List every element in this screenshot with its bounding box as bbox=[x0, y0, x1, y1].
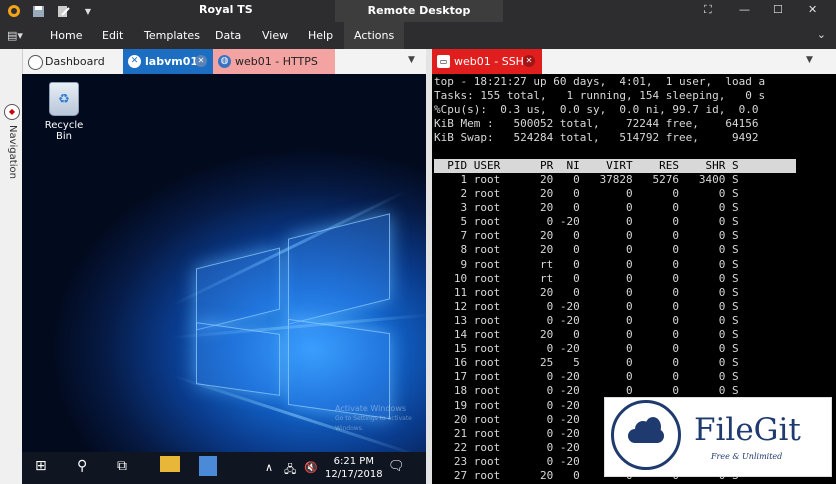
process-row: 2 root 20 0 0 0 0 S bbox=[434, 187, 739, 201]
watermark-tagline: Free & Unlimited bbox=[711, 452, 783, 461]
top-summary-line: top - 18:21:27 up 60 days, 4:01, 1 user,… bbox=[434, 75, 766, 88]
window-logo-pane bbox=[288, 213, 390, 325]
process-row: 15 root 0 -20 0 0 0 S bbox=[434, 342, 739, 356]
context-tab-remote-desktop[interactable]: Remote Desktop Connection bbox=[335, 0, 503, 39]
tab-list-dropdown-icon[interactable]: ▼ bbox=[408, 55, 415, 65]
title-bar: ▼ Royal TS Remote Desktop Connection ⛶ —… bbox=[0, 0, 836, 39]
activate-line-1: Activate Windows bbox=[335, 404, 407, 413]
menu-help[interactable]: Help bbox=[308, 29, 333, 42]
filegit-watermark: FileGit Free & Unlimited bbox=[604, 397, 832, 477]
royal-ts-logo-icon[interactable] bbox=[6, 3, 22, 19]
menu-edit[interactable]: Edit bbox=[102, 29, 123, 42]
ribbon-toggle-icon[interactable]: ▤▾ bbox=[7, 29, 23, 42]
process-row: 3 root 20 0 0 0 0 S bbox=[434, 201, 739, 215]
process-row: 10 root rt 0 0 0 0 S bbox=[434, 271, 739, 285]
process-row: 5 root 0 -20 0 0 0 S bbox=[434, 215, 739, 229]
remote-desktop-icon: ✕ bbox=[128, 55, 141, 68]
menu-home[interactable]: Home bbox=[50, 29, 82, 42]
menu-actions[interactable]: Actions bbox=[344, 22, 405, 49]
edit-icon[interactable] bbox=[55, 3, 71, 19]
process-row: 16 root 25 5 0 0 0 S bbox=[434, 356, 739, 370]
ribbon-collapse-icon[interactable]: ⌄ bbox=[817, 28, 826, 41]
menu-data[interactable]: Data bbox=[215, 29, 241, 42]
menu-templates[interactable]: Templates bbox=[144, 29, 200, 42]
navigation-panel[interactable]: ◆ Navigation bbox=[0, 49, 23, 484]
activate-line-2: Go to Settings to activate Windows. bbox=[335, 415, 412, 432]
navigation-label: Navigation bbox=[7, 125, 18, 179]
minimize-icon[interactable]: — bbox=[739, 3, 750, 16]
process-row: 12 root 0 -20 0 0 0 S bbox=[434, 299, 739, 313]
activate-windows-notice: Activate Windows Go to Settings to activ… bbox=[335, 404, 426, 434]
recycle-bin[interactable]: ♻ Recycle Bin bbox=[36, 82, 92, 142]
maximize-icon[interactable]: ☐ bbox=[773, 3, 783, 16]
recycle-bin-label: Recycle Bin bbox=[44, 120, 84, 142]
terminal-icon: ▭ bbox=[437, 55, 450, 68]
filegit-logo-icon bbox=[611, 400, 681, 470]
tab-web01-https-label: web01 - HTTPS bbox=[235, 55, 318, 68]
search-icon[interactable]: ⚲ bbox=[77, 458, 87, 474]
window-logo-pane bbox=[196, 247, 280, 331]
watermark-name: FileGit bbox=[694, 412, 801, 448]
globe-icon: ◍ bbox=[218, 55, 231, 68]
dropdown-chevron-icon[interactable]: ▼ bbox=[80, 3, 96, 19]
tab-web01-ssh-label: web01 - SSH bbox=[454, 55, 524, 68]
process-row: 14 root 20 0 0 0 0 S bbox=[434, 328, 739, 342]
tab-close-icon[interactable]: ✕ bbox=[195, 55, 207, 67]
remote-desktop-view[interactable]: ♻ Recycle Bin Activate Windows Go to Set… bbox=[22, 74, 426, 484]
file-explorer-icon[interactable] bbox=[160, 456, 180, 472]
process-row: 9 root rt 0 0 0 0 S bbox=[434, 257, 739, 271]
show-hidden-icons-chevron-icon[interactable]: ∧ bbox=[265, 461, 273, 474]
tab-dashboard-label: Dashboard bbox=[45, 55, 105, 68]
tab-list-dropdown-icon[interactable]: ▼ bbox=[806, 55, 813, 65]
top-summary-line: Tasks: 155 total, 1 running, 154 sleepin… bbox=[434, 89, 766, 102]
process-table-header: PID USER PR NI VIRT RES SHR S bbox=[434, 159, 796, 173]
top-summary-line: %Cpu(s): 0.3 us, 0.0 sy, 0.0 ni, 99.7 id… bbox=[434, 103, 759, 116]
server-manager-icon[interactable] bbox=[199, 456, 217, 476]
process-row: 1 root 20 0 37828 5276 3400 S bbox=[434, 173, 739, 186]
menu-bar: ▤▾ Home Edit Templates Data View Help Ac… bbox=[0, 22, 836, 49]
close-icon[interactable]: ✕ bbox=[808, 3, 817, 16]
task-view-icon[interactable]: ⧉ bbox=[117, 458, 127, 474]
dashboard-icon bbox=[28, 55, 43, 70]
action-center-icon[interactable]: 🗨 bbox=[388, 459, 405, 474]
windows-start-icon[interactable]: ⊞ bbox=[35, 458, 47, 474]
process-row: 17 root 0 -20 0 0 0 S bbox=[434, 370, 739, 384]
volume-muted-icon[interactable]: 🔇 bbox=[304, 461, 318, 474]
menu-view[interactable]: View bbox=[262, 29, 288, 42]
tab-labvm01-label: labvm01 bbox=[145, 55, 199, 68]
process-row: 8 root 20 0 0 0 0 S bbox=[434, 243, 739, 257]
app-title: Royal TS bbox=[199, 3, 253, 16]
navigation-compass-icon: ◆ bbox=[4, 104, 20, 120]
network-icon[interactable]: 🖧 bbox=[284, 461, 296, 480]
fullscreen-icon[interactable]: ⛶ bbox=[704, 3, 712, 17]
process-row: 11 root 20 0 0 0 0 S bbox=[434, 285, 739, 299]
top-summary-line: KiB Swap: 524284 total, 514792 free, 949… bbox=[434, 131, 759, 144]
process-row: 13 root 0 -20 0 0 0 S bbox=[434, 313, 739, 327]
process-row: 7 root 20 0 0 0 0 S bbox=[434, 229, 739, 243]
tab-close-icon[interactable]: ✕ bbox=[523, 55, 535, 67]
clock-date: 12/17/2018 bbox=[325, 469, 383, 480]
top-summary-line: KiB Mem : 500052 total, 72244 free, 6415… bbox=[434, 117, 759, 130]
tab-web01-ssh[interactable]: ▭ web01 - SSH ✕ bbox=[432, 49, 542, 74]
window-logo-pane bbox=[196, 322, 280, 396]
save-icon[interactable] bbox=[30, 3, 46, 19]
taskbar-clock[interactable]: 6:21 PM 12/17/2018 bbox=[325, 455, 383, 481]
tab-labvm01[interactable]: ✕ labvm01 ✕ bbox=[123, 49, 213, 74]
recycle-bin-icon: ♻ bbox=[49, 82, 79, 116]
tab-web01-https[interactable]: ◍ web01 - HTTPS bbox=[213, 49, 335, 74]
document-tab-bar: Dashboard ✕ labvm01 ✕ ◍ web01 - HTTPS ▼ bbox=[23, 49, 426, 75]
windows-taskbar: ⊞ ⚲ ⧉ ∧ 🖧 🔇 6:21 PM 12/17/2018 🗨 bbox=[22, 452, 426, 484]
ssh-tab-bar: ▭ web01 - SSH ✕ ▼ bbox=[432, 49, 836, 75]
clock-time: 6:21 PM bbox=[333, 456, 374, 467]
tab-dashboard[interactable]: Dashboard bbox=[23, 49, 123, 74]
